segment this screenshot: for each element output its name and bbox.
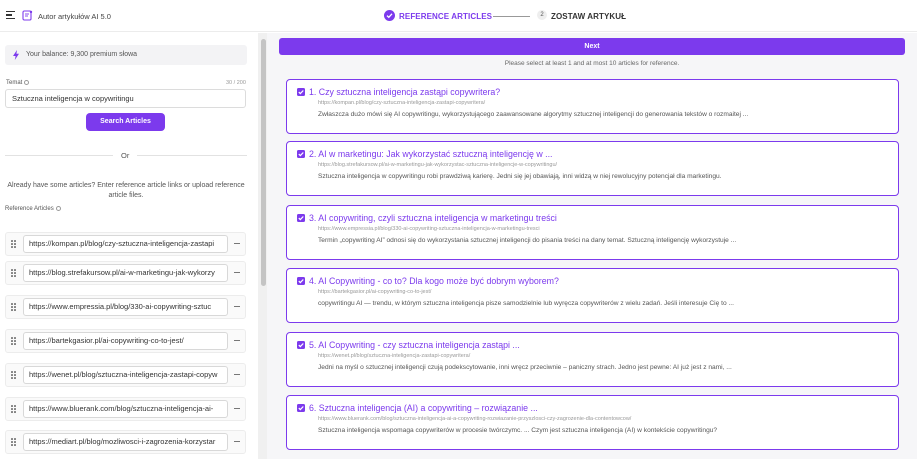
article-url: https://www.bluerank.com/blog/sztuczna-i…	[318, 416, 632, 422]
article-title[interactable]: 4. AI Copywriting - co to? Dla kogo może…	[309, 276, 559, 286]
balance-box: Your balance: 9,300 premium słowa	[5, 45, 247, 65]
reference-link-row: https://wenet.pl/blog/sztuczna-inteligen…	[5, 363, 246, 387]
step-number-badge: 2	[537, 10, 547, 20]
remove-link-icon[interactable]	[234, 408, 240, 410]
step-connector	[493, 16, 530, 17]
article-description: Zwłaszcza dużo mówi się AI copywritingu,…	[318, 111, 749, 118]
remove-link-icon[interactable]	[234, 374, 240, 376]
drag-handle-icon[interactable]	[11, 438, 16, 446]
article-checkbox[interactable]	[297, 150, 305, 158]
divider	[5, 155, 113, 156]
article-card[interactable]: 6. Sztuczna inteligencja (AI) a copywrit…	[286, 395, 899, 450]
or-separator: Or	[121, 151, 130, 160]
reference-link-input[interactable]: https://kompan.pl/blog/czy-sztuczna-inte…	[23, 235, 228, 253]
article-checkbox[interactable]	[297, 214, 305, 222]
drag-handle-icon[interactable]	[11, 337, 16, 345]
article-url: https://bartekgasior.pl/ai-copywriting-c…	[318, 289, 432, 295]
article-description: copywritingu AI — trendu, w którym sztuc…	[318, 300, 734, 307]
reference-link-input[interactable]: https://wenet.pl/blog/sztuczna-inteligen…	[23, 366, 228, 384]
remove-link-icon[interactable]	[234, 243, 240, 245]
article-url: https://blog.strefakursow.pl/ai-w-market…	[318, 162, 558, 168]
reference-link-row: https://bartekgasior.pl/ai-copywriting-c…	[5, 329, 246, 353]
reference-link-row: https://www.empressia.pl/blog/330-ai-cop…	[5, 295, 246, 319]
drag-handle-icon[interactable]	[11, 269, 16, 277]
article-url: https://kompan.pl/blog/czy-sztuczna-inte…	[318, 100, 486, 106]
top-header: Autor artykułów AI 5.0 REFERENCE ARTICLE…	[0, 0, 917, 32]
reference-link-input[interactable]: https://bartekgasior.pl/ai-copywriting-c…	[23, 332, 228, 350]
article-description: Termin „copywriting AI” odnosi się do wy…	[318, 237, 737, 244]
topic-label: Temat	[6, 80, 30, 86]
left-panel: Your balance: 9,300 premium słowa Temat …	[0, 33, 258, 459]
reference-link-row: https://kompan.pl/blog/czy-sztuczna-inte…	[5, 232, 246, 256]
article-description: Sztuczna inteligencja w copywritingu rob…	[318, 173, 722, 180]
article-checkbox[interactable]	[297, 277, 305, 285]
reference-help-text: Already have some articles? Enter refere…	[7, 182, 245, 199]
reference-articles-label: Reference Articles	[5, 206, 61, 212]
article-title[interactable]: 3. AI copywriting, czyli sztuczna inteli…	[309, 213, 557, 223]
info-icon[interactable]	[24, 80, 30, 85]
article-card[interactable]: 2. AI w marketingu: Jak wykorzystać sztu…	[286, 141, 899, 196]
article-title[interactable]: 5. AI Copywriting - czy sztuczna intelig…	[309, 340, 520, 350]
reference-link-input[interactable]: https://blog.strefakursow.pl/ai-w-market…	[23, 264, 228, 282]
reference-link-input[interactable]: https://www.bluerank.com/blog/sztuczna-i…	[23, 400, 228, 418]
info-icon[interactable]	[55, 206, 61, 211]
remove-link-icon[interactable]	[234, 306, 240, 308]
hamburger-menu-icon[interactable]	[6, 11, 15, 19]
app-logo-icon	[22, 10, 33, 21]
drag-handle-icon[interactable]	[11, 405, 16, 413]
divider	[137, 155, 247, 156]
selection-note: Please select at least 1 and at most 10 …	[504, 60, 680, 67]
balance-text: Your balance: 9,300 premium słowa	[26, 51, 138, 58]
reference-link-row: https://mediart.pl/blog/mozliwosci-i-zag…	[5, 430, 246, 454]
step-complete-icon	[384, 10, 395, 21]
drag-handle-icon[interactable]	[11, 371, 16, 379]
article-description: Jedni na myśl o sztucznej inteligencji c…	[318, 364, 732, 371]
article-checkbox[interactable]	[297, 341, 305, 349]
reference-link-row: https://www.bluerank.com/blog/sztuczna-i…	[5, 397, 246, 421]
remove-link-icon[interactable]	[234, 272, 240, 274]
app-title: Autor artykułów AI 5.0	[38, 12, 111, 21]
article-title[interactable]: 6. Sztuczna inteligencja (AI) a copywrit…	[309, 403, 538, 413]
topic-input[interactable]: Sztuczna inteligencja w copywritingu	[5, 89, 246, 108]
reference-link-input[interactable]: https://mediart.pl/blog/mozliwosci-i-zag…	[23, 433, 228, 451]
next-button[interactable]: Next	[279, 38, 905, 55]
reference-link-input[interactable]: https://www.empressia.pl/blog/330-ai-cop…	[23, 298, 228, 316]
article-card[interactable]: 3. AI copywriting, czyli sztuczna inteli…	[286, 205, 899, 260]
article-url: https://www.empressia.pl/blog/330-ai-cop…	[318, 226, 540, 232]
remove-link-icon[interactable]	[234, 441, 240, 443]
drag-handle-icon[interactable]	[11, 303, 16, 311]
article-title[interactable]: 2. AI w marketingu: Jak wykorzystać sztu…	[309, 149, 552, 159]
step-leave-article[interactable]: ZOSTAW ARTYKUŁ	[551, 12, 626, 21]
article-url: https://wenet.pl/blog/sztuczna-inteligen…	[318, 353, 471, 359]
article-title[interactable]: 1. Czy sztuczna inteligencja zastąpi cop…	[309, 87, 500, 97]
article-description: Sztuczna inteligencja wspomaga copywrite…	[318, 427, 718, 434]
scrollbar-thumb[interactable]	[261, 39, 266, 286]
article-checkbox[interactable]	[297, 88, 305, 96]
article-card[interactable]: 1. Czy sztuczna inteligencja zastąpi cop…	[286, 79, 899, 134]
article-card[interactable]: 4. AI Copywriting - co to? Dla kogo może…	[286, 268, 899, 323]
drag-handle-icon[interactable]	[11, 240, 16, 248]
remove-link-icon[interactable]	[234, 340, 240, 342]
topic-char-count: 30 / 200	[226, 80, 246, 86]
article-card[interactable]: 5. AI Copywriting - czy sztuczna intelig…	[286, 332, 899, 387]
article-checkbox[interactable]	[297, 404, 305, 412]
search-articles-button[interactable]: Search Articles	[86, 113, 165, 131]
bolt-icon	[13, 50, 19, 60]
reference-link-row: https://blog.strefakursow.pl/ai-w-market…	[5, 261, 246, 285]
step-reference-articles[interactable]: REFERENCE ARTICLES	[399, 12, 492, 21]
